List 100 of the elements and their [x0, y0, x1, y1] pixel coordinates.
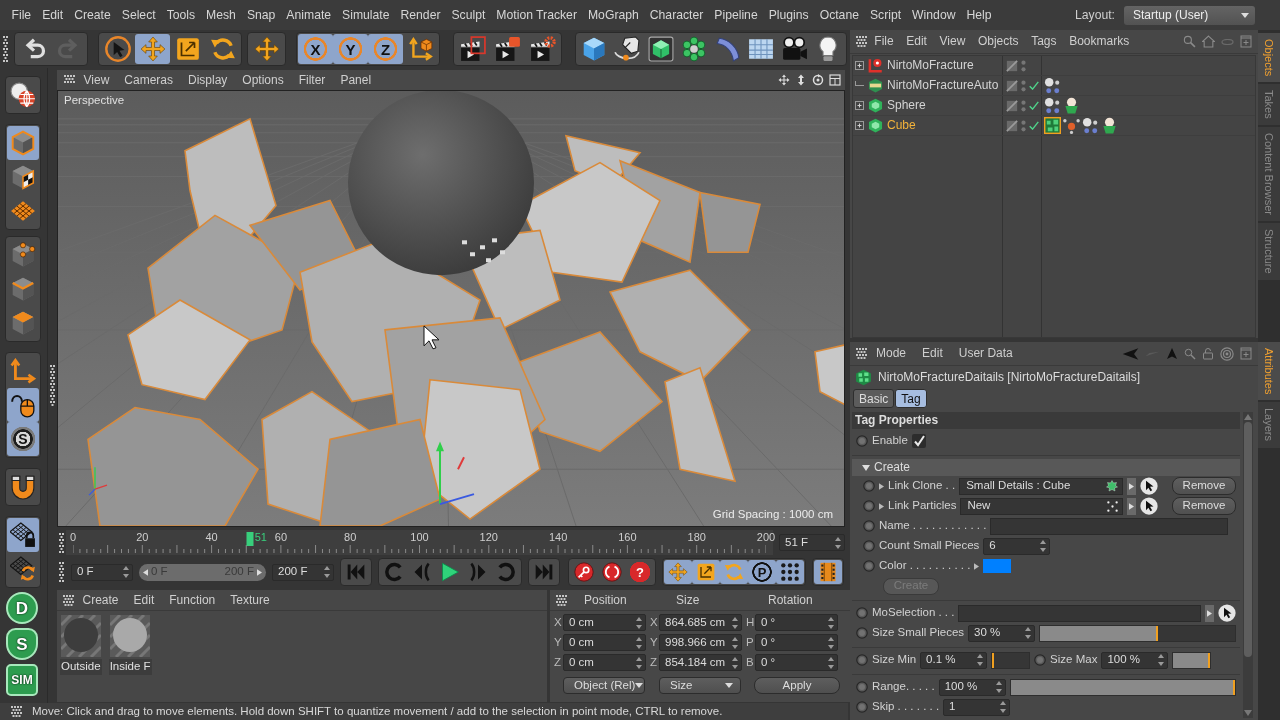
link-menu-button[interactable] — [1205, 604, 1214, 622]
scrollbar-thumb[interactable] — [1244, 422, 1252, 657]
grip-icon[interactable] — [856, 348, 868, 359]
expand-box-icon[interactable] — [855, 101, 864, 110]
tab[interactable]: Tag — [895, 389, 927, 408]
text-field[interactable] — [990, 517, 1228, 535]
menu-item[interactable]: Mesh — [200, 7, 242, 23]
rotate-view-icon[interactable] — [812, 74, 824, 86]
move-view-icon[interactable] — [778, 74, 790, 86]
menu-item[interactable]: Octane — [814, 7, 865, 23]
grip-icon[interactable] — [63, 594, 75, 606]
ring-icon[interactable] — [856, 654, 868, 666]
scrollbar-track[interactable] — [1243, 412, 1253, 718]
new-window-icon[interactable] — [1240, 347, 1252, 360]
layer-swatch-icon[interactable] — [1006, 59, 1018, 72]
menu-item[interactable]: MoGraph — [582, 7, 645, 23]
menu-item[interactable]: Help — [960, 7, 998, 23]
workplane-lock-button[interactable] — [7, 518, 39, 552]
grip-icon[interactable] — [11, 706, 22, 717]
object-name[interactable]: NirtoMoFracture — [887, 58, 974, 73]
link-field[interactable]: Small Details : Cube — [959, 477, 1123, 495]
spark-tag-icon[interactable] — [1063, 117, 1080, 134]
dots-tag-icon[interactable] — [1082, 117, 1099, 134]
z-axis-button[interactable]: Z — [368, 34, 403, 64]
spinner-icon[interactable] — [324, 566, 330, 578]
menu-item[interactable]: Create — [68, 7, 117, 23]
menu-item[interactable]: Mode — [868, 346, 915, 361]
search-icon[interactable] — [1184, 347, 1196, 360]
spinner-icon[interactable] — [1158, 654, 1165, 666]
coordinate-mode-dropdown[interactable]: Object (Rel) — [563, 677, 645, 694]
coordinate-field[interactable]: 0 cm — [563, 654, 646, 671]
menu-item[interactable]: Bookmarks — [1062, 34, 1136, 49]
layout-dropdown[interactable]: Startup (User) — [1124, 5, 1255, 25]
spinner-icon[interactable] — [636, 616, 642, 629]
maximize-view-icon[interactable] — [829, 74, 841, 86]
remove-button[interactable]: Remove — [1172, 477, 1236, 495]
menu-item[interactable]: Render — [395, 7, 446, 23]
side-tab[interactable]: Attributes — [1258, 342, 1280, 401]
plugin-button[interactable]: SIM — [6, 664, 38, 696]
slider-track[interactable] — [1039, 624, 1236, 642]
expand-box-icon[interactable] — [855, 61, 864, 70]
y-axis-button[interactable]: Y — [333, 34, 368, 64]
grip-icon[interactable] — [50, 365, 55, 406]
spinner-icon[interactable] — [1000, 701, 1007, 713]
coordinate-field[interactable]: 0 cm — [563, 634, 646, 651]
ball-tag-icon[interactable] — [1101, 117, 1118, 134]
menu-item[interactable]: Edit — [126, 592, 162, 608]
link-menu-button[interactable] — [1127, 497, 1136, 515]
zoom-view-icon[interactable] — [795, 74, 807, 86]
ring-icon[interactable] — [863, 480, 875, 492]
number-field[interactable]: 100 % — [1101, 651, 1169, 669]
size-mode-dropdown[interactable]: Size — [659, 677, 741, 694]
menu-item[interactable]: Edit — [914, 346, 951, 361]
menu-item[interactable]: Pipeline — [708, 7, 764, 23]
side-tab[interactable]: Objects — [1258, 33, 1280, 83]
visibility-dots-icon[interactable] — [1021, 79, 1026, 92]
menu-item[interactable]: Cameras — [116, 72, 181, 88]
slider-thumb[interactable] — [1155, 625, 1158, 641]
coordinate-field[interactable]: 998.966 cm — [659, 634, 742, 651]
start-frame-field[interactable]: 0 F — [71, 563, 133, 581]
object-name[interactable]: Cube — [887, 118, 916, 133]
layer-swatch-icon[interactable] — [1006, 119, 1018, 132]
spinner-icon[interactable] — [977, 654, 984, 666]
spinner-icon[interactable] — [828, 656, 834, 669]
material-thumbnail[interactable] — [60, 615, 101, 657]
number-field[interactable]: 100 % — [938, 678, 1006, 696]
ring-icon[interactable] — [863, 540, 875, 552]
visibility-dots-icon[interactable] — [1021, 119, 1026, 132]
ring-icon[interactable] — [863, 520, 875, 532]
menu-item[interactable]: Plugins — [763, 7, 815, 23]
ring-icon[interactable] — [856, 627, 868, 639]
menu-item[interactable]: Window — [906, 7, 961, 23]
number-field[interactable]: 0.1 % — [920, 651, 988, 669]
number-field[interactable]: 6 — [983, 537, 1051, 555]
menu-item[interactable]: Function — [161, 592, 223, 608]
home-icon[interactable] — [1202, 35, 1215, 48]
new-window-icon[interactable] — [1240, 35, 1252, 48]
slider-track[interactable] — [1009, 678, 1236, 696]
material-name[interactable]: Outside — [60, 659, 102, 675]
enable-checkbox[interactable] — [911, 434, 926, 448]
end-frame-field[interactable]: 200 F — [272, 563, 334, 581]
dots-tag-icon[interactable] — [1044, 77, 1061, 94]
link-field[interactable] — [958, 604, 1201, 622]
ring-icon[interactable] — [856, 435, 868, 447]
spinner-icon[interactable] — [732, 656, 738, 669]
playhead-marker[interactable] — [246, 532, 254, 546]
spinner-icon[interactable] — [732, 616, 738, 629]
coordinate-field[interactable]: 864.685 cm — [659, 614, 742, 631]
pick-cursor-icon[interactable] — [1140, 477, 1158, 495]
menu-item[interactable]: Simulate — [336, 7, 395, 23]
spinner-icon[interactable] — [1025, 627, 1032, 639]
ring-icon[interactable] — [863, 560, 875, 572]
grip-icon[interactable] — [59, 562, 65, 582]
x-axis-button[interactable]: X — [298, 34, 333, 64]
grip-icon[interactable] — [64, 75, 76, 85]
pick-cursor-icon[interactable] — [1140, 497, 1158, 515]
remove-button[interactable]: Remove — [1172, 497, 1236, 515]
coordinate-field[interactable]: 0 cm — [563, 614, 646, 631]
timeline-ruler[interactable]: 0 20 40 51 60 80 100 120 140 160 180 200 — [66, 530, 773, 555]
visibility-dots-icon[interactable] — [1021, 59, 1026, 72]
